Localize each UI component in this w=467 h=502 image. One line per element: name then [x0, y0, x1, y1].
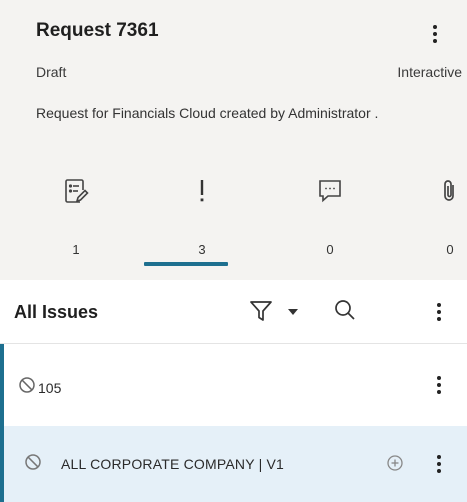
tab-comments[interactable]: 0	[290, 175, 370, 275]
request-actions-kebab-icon[interactable]	[423, 20, 447, 48]
issues-count: 3	[198, 242, 206, 257]
notes-count: 1	[72, 242, 80, 257]
row-actions-kebab-icon[interactable]	[427, 371, 451, 399]
list-item[interactable]: ALL CORPORATE COMPANY | V1	[0, 426, 467, 502]
chevron-down-icon[interactable]	[285, 298, 305, 326]
issues-actions-kebab-icon[interactable]	[427, 298, 451, 326]
page-title: Request 7361	[36, 20, 159, 41]
blocked-icon	[18, 376, 38, 396]
list-item-label: 105	[38, 380, 62, 396]
comments-count: 0	[326, 242, 334, 257]
request-description: Request for Financials Cloud created by …	[36, 105, 379, 121]
request-header: Request 7361 Draft Interactive Request f…	[0, 0, 467, 280]
stats-tabs: 1 3 0 0	[20, 175, 467, 275]
status-row: Draft Interactive	[36, 64, 467, 84]
list-item[interactable]: 105	[0, 344, 467, 426]
attachments-count: 0	[446, 242, 454, 257]
paperclip-icon	[410, 177, 467, 207]
issues-title: All Issues	[14, 302, 99, 322]
status-text: Draft	[36, 64, 67, 80]
tab-issues[interactable]: 3	[144, 175, 242, 275]
title-row: Request 7361	[20, 20, 457, 48]
notes-edit-icon	[36, 177, 116, 207]
list-item-label: ALL CORPORATE COMPANY | V1	[61, 456, 285, 472]
comment-icon	[290, 177, 370, 207]
issues-toolbar: All Issues	[0, 280, 467, 344]
filter-icon[interactable]	[248, 298, 278, 326]
blocked-icon	[24, 453, 44, 473]
exclamation-icon	[162, 177, 242, 207]
tab-attachments[interactable]: 0	[410, 175, 467, 275]
active-tab-indicator	[144, 262, 228, 266]
mode-text: Interactive	[397, 64, 462, 80]
search-icon[interactable]	[333, 297, 361, 325]
add-circle-icon[interactable]	[386, 454, 406, 474]
tab-notes[interactable]: 1	[36, 175, 116, 275]
row-actions-kebab-icon[interactable]	[427, 450, 451, 478]
